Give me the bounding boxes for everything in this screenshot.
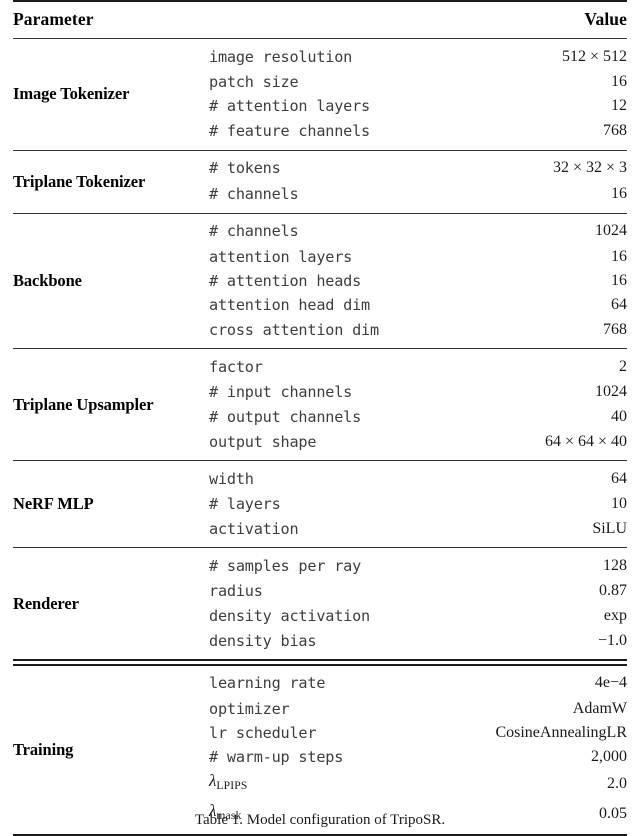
parameter-value: 2 [619, 358, 627, 376]
parameter-name: learning rate [209, 674, 326, 693]
parameter-value: 64 [611, 296, 627, 314]
parameter-name: density activation [209, 606, 370, 625]
parameter-value: 16 [611, 185, 627, 203]
parameter-name: # warm-up steps [209, 748, 344, 767]
parameter-name: image resolution [209, 47, 353, 66]
parameter-name: # samples per ray [209, 557, 362, 576]
parameter-name: λLPIPS [209, 769, 439, 799]
parameter-name: radius [209, 582, 263, 601]
parameter-name: # channels [209, 222, 299, 241]
lambda-subscript: LPIPS [216, 779, 248, 793]
parameter-value: 768 [603, 122, 627, 140]
parameter-name: # output channels [209, 407, 362, 426]
parameter-name: # input channels [209, 383, 353, 402]
parameter-name: # channels [209, 185, 299, 204]
parameter-value: 512 × 512 [561, 47, 627, 65]
parameter-value: 1024 [595, 383, 627, 401]
section-label: Renderer [13, 593, 79, 613]
parameter-name: # attention heads [209, 271, 362, 290]
parameter-name: attention layers [209, 247, 353, 266]
column-header-value: Value [584, 9, 627, 29]
parameter-value: 12 [611, 97, 627, 115]
section-label: NeRF MLP [13, 494, 94, 514]
parameter-name: density bias [209, 631, 317, 650]
caption-text: Table 1. Model configuration of TripoSR. [194, 812, 446, 828]
parameter-name: patch size [209, 73, 299, 91]
table-row: Triplane Tokenizer # tokens 32 × 32 × 3 [13, 151, 627, 190]
parameter-value: 768 [603, 321, 627, 339]
parameter-value: 2.0 [607, 775, 627, 793]
parameter-value: 40 [611, 407, 627, 425]
parameter-value: 2,000 [591, 748, 627, 766]
parameter-name: output shape [209, 432, 317, 451]
parameter-value: 16 [611, 73, 627, 90]
section-label: Backbone [13, 271, 82, 291]
parameter-value: 32 × 32 × 3 [552, 159, 627, 177]
parameter-name: # layers [209, 495, 281, 514]
parameter-value: CosineAnnealingLR [495, 723, 627, 741]
parameter-value: 16 [611, 271, 627, 289]
parameter-name: lr scheduler [209, 723, 317, 742]
table-header-row: Parameter Value [13, 2, 627, 39]
parameter-value: exp [603, 606, 627, 624]
parameter-name: # attention layers [209, 97, 370, 116]
parameter-name: # feature channels [209, 122, 370, 141]
table-row: Backbone # channels 1024 [13, 214, 627, 290]
parameter-name: width [209, 469, 254, 488]
parameter-name: factor [209, 358, 263, 377]
table-bottom-rule [13, 833, 627, 836]
parameter-value: AdamW [572, 699, 627, 717]
parameter-name: activation [209, 520, 299, 539]
parameter-name: optimizer [209, 699, 290, 718]
table-row: Triplane Upsampler factor 2 [13, 349, 627, 413]
model-configuration-table: Parameter Value Image Tokenizer image resol… [13, 0, 627, 836]
parameter-name: attention head dim [209, 296, 370, 315]
parameter-value: −1.0 [597, 631, 627, 649]
parameter-name: # tokens [209, 159, 281, 178]
rule-line [13, 833, 627, 836]
column-header-parameter: Parameter [13, 9, 94, 29]
parameter-value: 128 [603, 557, 627, 575]
table-row: Renderer # samples per ray 128 [13, 548, 627, 612]
section-label: Triplane Upsampler [13, 394, 154, 414]
table-row: Image Tokenizer image resolution 512 × 512 [13, 39, 627, 103]
parameter-value: 10 [611, 495, 627, 513]
parameter-value: 1024 [595, 222, 627, 240]
parameter-value: 0.87 [599, 582, 627, 600]
table-row: Training learning rate 4e−4 [13, 665, 627, 758]
table-row: NeRF MLP width 64 [13, 461, 627, 513]
parameter-value: SiLU [592, 520, 627, 538]
parameter-value: 64 × 64 × 40 [544, 432, 627, 450]
parameter-value: 64 [611, 469, 627, 487]
parameter-value: 4e−4 [594, 674, 627, 692]
section-label: Training [13, 739, 74, 759]
table-caption: Table 1. Model configuration of TripoSR. [0, 812, 640, 829]
section-label: Triplane Tokenizer [13, 171, 146, 191]
parameter-name: cross attention dim [209, 321, 379, 340]
parameter-value: 16 [611, 247, 627, 265]
table-page: Parameter Value Image Tokenizer image resol… [0, 0, 640, 836]
section-label: Image Tokenizer [13, 84, 130, 104]
